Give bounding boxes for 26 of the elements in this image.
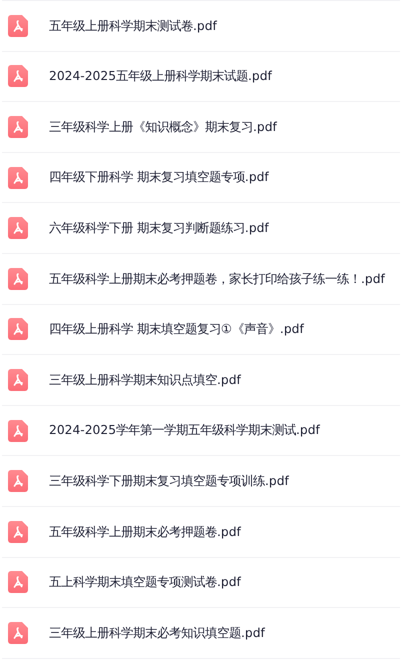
- pdf-file-icon: [8, 318, 28, 340]
- pdf-file-icon: [8, 166, 28, 189]
- pdf-file-icon: [8, 622, 28, 644]
- file-name[interactable]: 2024-2025学年第一学期五年级科学期末测试.pdf: [49, 421, 320, 440]
- pdf-file-icon: [8, 470, 28, 492]
- file-name[interactable]: 五上科学期末填空题专项测试卷.pdf: [49, 573, 241, 592]
- pdf-file-icon: [8, 14, 28, 37]
- file-name[interactable]: 四年级上册科学 期末填空题复习①《声音》.pdf: [49, 320, 304, 339]
- file-name[interactable]: 五年级上册科学期末测试卷.pdf: [49, 16, 217, 36]
- file-name[interactable]: 三年级上册科学期末知识点填空.pdf: [49, 370, 241, 390]
- pdf-file-icon: [8, 571, 28, 594]
- file-name[interactable]: 2024-2025五年级上册科学期末试题.pdf: [49, 67, 272, 86]
- file-name[interactable]: 五年级科学上册期末必考押题卷，家长打印给孩子练一练！.pdf: [49, 270, 385, 288]
- pdf-file-icon: [8, 217, 28, 240]
- file-name[interactable]: 三年级上册科学期末必考知识填空题.pdf: [49, 624, 265, 642]
- pdf-file-icon: [8, 368, 28, 391]
- pdf-file-icon: [8, 65, 28, 88]
- file-name[interactable]: 六年级科学下册 期末复习判断题练习.pdf: [49, 218, 269, 238]
- file-name[interactable]: 三年级科学上册《知识概念》期末复习.pdf: [49, 118, 277, 136]
- pdf-file-icon: [8, 420, 28, 442]
- file-name[interactable]: 五年级科学上册期末必考押题卷.pdf: [49, 522, 241, 541]
- pdf-file-icon: [8, 116, 28, 138]
- file-name[interactable]: 四年级下册科学 期末复习填空题专项.pdf: [49, 168, 269, 187]
- file-name[interactable]: 三年级科学下册期末复习填空题专项训练.pdf: [49, 472, 289, 490]
- pdf-file-icon: [8, 268, 28, 290]
- pdf-file-icon: [8, 520, 28, 543]
